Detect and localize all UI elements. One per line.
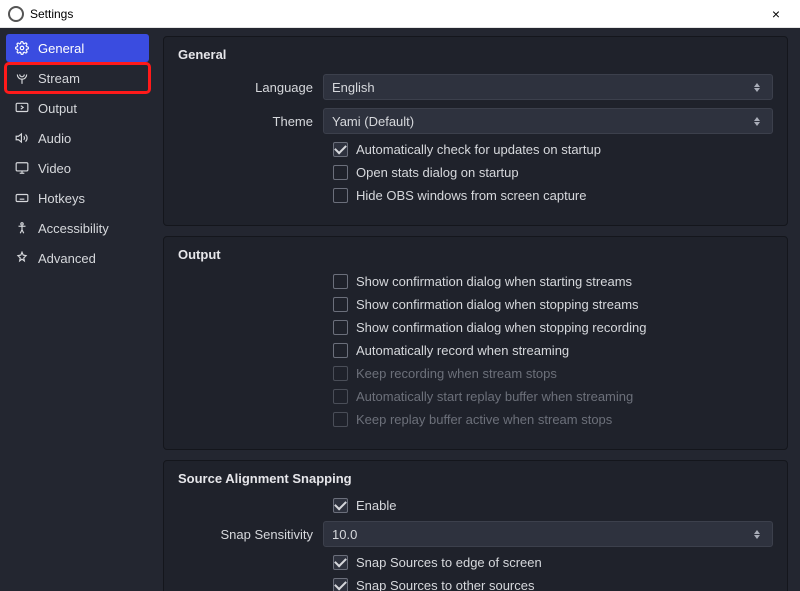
language-label: Language [178,80,323,95]
sidebar-item-label: Advanced [38,251,96,266]
gear-icon [14,40,30,56]
panel-snapping: Source Alignment Snapping Enable Snap Se… [163,460,788,591]
sidebar-item-label: Accessibility [38,221,109,236]
snap-edge-checkbox[interactable] [333,555,348,570]
advanced-icon [14,250,30,266]
hide-windows-checkbox[interactable] [333,188,348,203]
snap-enable-checkbox[interactable] [333,498,348,513]
snap-other-checkbox[interactable] [333,578,348,591]
panel-output: Output Show confirmation dialog when sta… [163,236,788,450]
checkbox-label: Automatically record when streaming [356,343,569,358]
checkbox-label: Snap Sources to edge of screen [356,555,542,570]
theme-label: Theme [178,114,323,129]
confirm-start-checkbox[interactable] [333,274,348,289]
open-stats-checkbox[interactable] [333,165,348,180]
checkbox-label: Hide OBS windows from screen capture [356,188,586,203]
chevron-updown-icon [750,111,764,131]
select-value: Yami (Default) [332,114,414,129]
panel-title: Output [178,247,773,262]
keep-replay-checkbox [333,412,348,427]
confirm-stop-rec-checkbox[interactable] [333,320,348,335]
sidebar-item-label: Audio [38,131,71,146]
checkbox-label: Automatically start replay buffer when s… [356,389,633,404]
checkbox-label: Show confirmation dialog when stopping s… [356,297,639,312]
checkbox-label: Show confirmation dialog when starting s… [356,274,632,289]
sidebar-item-stream[interactable]: Stream [6,64,149,92]
theme-select[interactable]: Yami (Default) [323,108,773,134]
video-icon [14,160,30,176]
sidebar-item-audio[interactable]: Audio [6,124,149,152]
sidebar-item-label: General [38,41,84,56]
auto-update-checkbox[interactable] [333,142,348,157]
sidebar-item-output[interactable]: Output [6,94,149,122]
app-icon [8,6,24,22]
keep-recording-checkbox [333,366,348,381]
sidebar-item-general[interactable]: General [6,34,149,62]
close-button[interactable]: × [756,0,796,28]
spinbox-value: 10.0 [332,527,357,542]
checkbox-label: Automatically check for updates on start… [356,142,601,157]
keyboard-icon [14,190,30,206]
titlebar: Settings × [0,0,800,28]
language-select[interactable]: English [323,74,773,100]
content-area[interactable]: General Language English Theme Yami (Def… [155,28,800,591]
sidebar: General Stream Output Audio Video [0,28,155,591]
panel-title: Source Alignment Snapping [178,471,773,486]
sidebar-item-label: Stream [38,71,80,86]
chevron-updown-icon [750,77,764,97]
checkbox-label: Keep replay buffer active when stream st… [356,412,612,427]
sidebar-item-label: Hotkeys [38,191,85,206]
checkbox-label: Snap Sources to other sources [356,578,535,591]
select-value: English [332,80,375,95]
sidebar-item-accessibility[interactable]: Accessibility [6,214,149,242]
confirm-stop-checkbox[interactable] [333,297,348,312]
output-icon [14,100,30,116]
checkbox-label: Open stats dialog on startup [356,165,519,180]
auto-record-checkbox[interactable] [333,343,348,358]
accessibility-icon [14,220,30,236]
sidebar-item-advanced[interactable]: Advanced [6,244,149,272]
panel-general: General Language English Theme Yami (Def… [163,36,788,226]
checkbox-label: Show confirmation dialog when stopping r… [356,320,647,335]
checkbox-label: Enable [356,498,396,513]
antenna-icon [14,70,30,86]
app-body: General Stream Output Audio Video [0,28,800,591]
sensitivity-input[interactable]: 10.0 [323,521,773,547]
sidebar-item-video[interactable]: Video [6,154,149,182]
sidebar-item-label: Output [38,101,77,116]
panel-title: General [178,47,773,62]
sidebar-item-hotkeys[interactable]: Hotkeys [6,184,149,212]
sensitivity-label: Snap Sensitivity [178,527,323,542]
checkbox-label: Keep recording when stream stops [356,366,557,381]
sidebar-item-label: Video [38,161,71,176]
window-title: Settings [30,7,73,21]
audio-icon [14,130,30,146]
auto-replay-checkbox [333,389,348,404]
chevron-updown-icon [750,524,764,544]
